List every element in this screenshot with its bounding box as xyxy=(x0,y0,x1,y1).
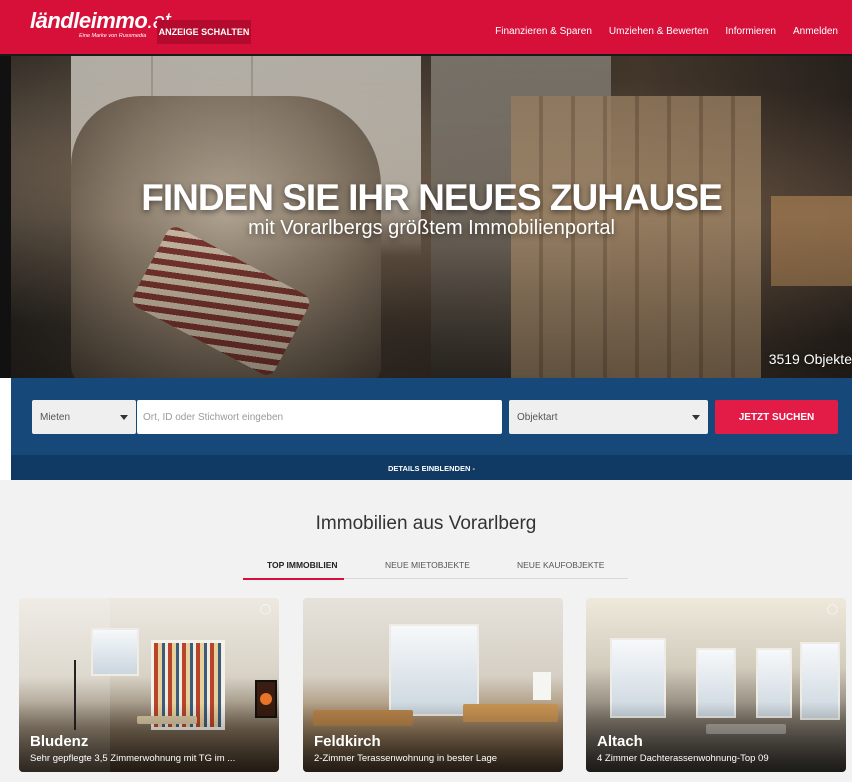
top-navbar: ländleimmo.at Eine Marke von Russmedia A… xyxy=(0,0,852,56)
tab-neue-kaufobjekte[interactable]: NEUE KAUFOBJEKTE xyxy=(517,560,604,579)
favorite-icon[interactable]: ◯ xyxy=(827,604,838,615)
active-tab-indicator xyxy=(243,578,344,580)
chevron-down-icon xyxy=(120,415,128,420)
listings-section: Immobilien aus Vorarlberg TOP IMMOBILIEN… xyxy=(0,480,852,782)
section-title: Immobilien aus Vorarlberg xyxy=(315,513,537,534)
search-bar: Mieten Objektart JETZT SUCHEN DETAILS EI… xyxy=(11,378,852,480)
property-type-select[interactable]: Objektart xyxy=(509,400,708,434)
mode-select-value: Mieten xyxy=(40,412,71,423)
listing-description: Sehr gepflegte 3,5 Zimmerwohnung mit TG … xyxy=(30,753,236,764)
listing-description: 4 Zimmer Dachterassenwohnung-Top 09 xyxy=(597,753,769,764)
listing-card[interactable]: ◯ Bludenz Sehr gepflegte 3,5 Zimmerwohnu… xyxy=(19,598,279,772)
tab-top-immobilien[interactable]: TOP IMMOBILIEN xyxy=(267,560,338,579)
hero-left-edge xyxy=(0,56,11,378)
logo-tagline: Eine Marke von Russmedia xyxy=(79,33,147,39)
logo-text-a: ländle xyxy=(30,8,91,33)
search-button[interactable]: JETZT SUCHEN xyxy=(715,400,838,434)
favorite-icon[interactable]: ◯ xyxy=(260,604,271,615)
logo-text-b: immo xyxy=(90,8,148,33)
listing-city: Altach xyxy=(597,733,643,750)
object-count: 3519 Objekte xyxy=(768,351,852,367)
details-toggle[interactable]: DETAILS EINBLENDEN - xyxy=(11,464,852,473)
listing-card[interactable]: ◯ Altach 4 Zimmer Dachterassenwohnung-To… xyxy=(586,598,846,772)
listing-description: 2-Zimmer Terassenwohnung in bester Lage xyxy=(314,753,498,764)
chevron-down-icon xyxy=(692,415,700,420)
search-input[interactable] xyxy=(137,400,502,434)
listing-tabs: TOP IMMOBILIEN NEUE MIETOBJEKTE NEUE KAU… xyxy=(243,556,628,580)
site-logo[interactable]: ländleimmo.at xyxy=(30,8,171,33)
tab-neue-mietobjekte[interactable]: NEUE MIETOBJEKTE xyxy=(385,560,470,579)
listing-card[interactable]: Feldkirch 2-Zimmer Terassenwohnung in be… xyxy=(303,598,563,772)
photo-window xyxy=(91,628,139,676)
listing-city: Bludenz xyxy=(30,733,89,750)
anzeige-schalten-button[interactable]: ANZEIGE SCHALTEN xyxy=(157,20,251,44)
nav-link-umziehen[interactable]: Umziehen & Bewerten xyxy=(609,26,709,37)
top-nav-links: Finanzieren & Sparen Umziehen & Bewerten… xyxy=(495,26,838,37)
photo-appliance xyxy=(533,672,551,700)
hero-subtitle: mit Vorarlbergs größtem Immobilienportal xyxy=(248,217,615,239)
listing-city: Feldkirch xyxy=(314,733,381,750)
mode-select[interactable]: Mieten xyxy=(32,400,136,434)
property-type-value: Objektart xyxy=(517,412,558,423)
hero-title: FINDEN SIE IHR NEUES ZUHAUSE xyxy=(141,177,723,218)
nav-link-finanzieren[interactable]: Finanzieren & Sparen xyxy=(495,26,592,37)
hero-banner: FINDEN SIE IHR NEUES ZUHAUSE mit Vorarlb… xyxy=(11,56,852,378)
nav-link-anmelden[interactable]: Anmelden xyxy=(793,26,838,37)
nav-link-informieren[interactable]: Informieren xyxy=(725,26,776,37)
